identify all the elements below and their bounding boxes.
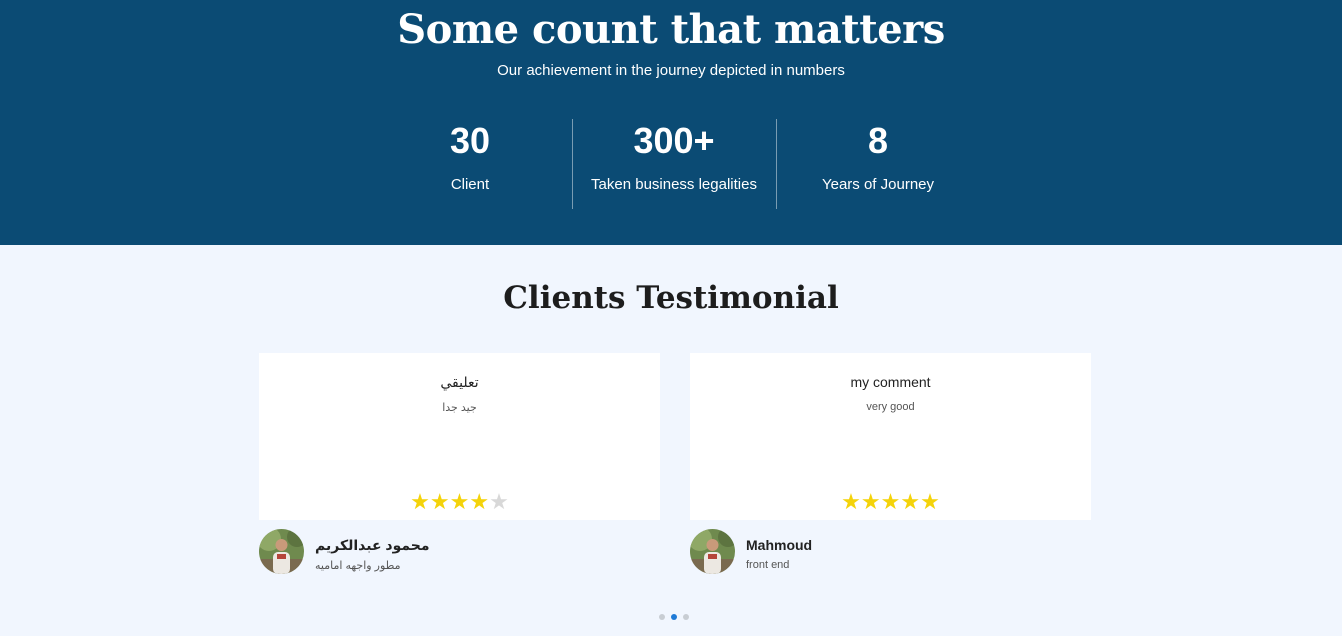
stat-years: 8 Years of Journey <box>776 118 980 210</box>
avatar <box>690 529 735 574</box>
stat-label: Years of Journey <box>821 176 935 193</box>
testimonial-text: جيد جدا <box>442 402 477 414</box>
star-icon: ★ <box>860 489 881 514</box>
stat-label: Client <box>450 176 490 193</box>
stats-section: Some count that matters Our achievement … <box>0 0 1342 245</box>
star-icon: ★ <box>410 489 430 514</box>
stat-label: Taken business legalities <box>591 176 757 193</box>
star-icon: ★ <box>469 489 490 514</box>
stats-subtitle: Our achievement in the journey depicted … <box>497 62 845 79</box>
star-rating: ★★★★★ <box>690 487 1091 517</box>
testimonials-title: Clients Testimonial <box>503 280 839 316</box>
testimonial-text: very good <box>866 401 915 413</box>
star-rating: ★★★★★ <box>259 487 660 517</box>
star-icon: ★ <box>449 489 470 514</box>
stat-value: 300+ <box>633 120 715 161</box>
carousel-dot[interactable] <box>683 614 689 620</box>
author-name: محمود عبدالكريم <box>315 537 430 553</box>
avatar <box>259 529 304 574</box>
star-icon: ★ <box>900 489 921 514</box>
author-name: Mahmoud <box>746 537 813 553</box>
testimonial-card: my comment very good ★★★★★ <box>690 353 1091 520</box>
testimonial-title: my comment <box>850 374 931 390</box>
carousel-dot[interactable] <box>671 614 677 620</box>
stats-title: Some count that matters <box>397 6 945 53</box>
stat-value: 30 <box>449 120 491 161</box>
author-role: مطور واجهه اماميه <box>315 560 401 572</box>
stat-legalities: 300+ Taken business legalities <box>572 118 776 210</box>
star-icon: ★ <box>920 489 940 514</box>
testimonial-card: تعليقي جيد جدا ★★★★★ <box>259 353 660 520</box>
testimonial-author: محمود عبدالكريم مطور واجهه اماميه <box>259 528 660 576</box>
stat-clients: 30 Client <box>368 118 572 210</box>
star-icon: ★ <box>880 489 901 514</box>
testimonial-title: تعليقي <box>440 374 479 390</box>
stat-value: 8 <box>867 120 889 161</box>
author-role: front end <box>746 559 790 571</box>
testimonial-author: Mahmoud front end <box>690 528 1091 576</box>
star-icon: ★ <box>841 489 861 514</box>
star-icon: ★ <box>489 489 509 514</box>
carousel-dot[interactable] <box>659 614 665 620</box>
star-icon: ★ <box>429 489 450 514</box>
